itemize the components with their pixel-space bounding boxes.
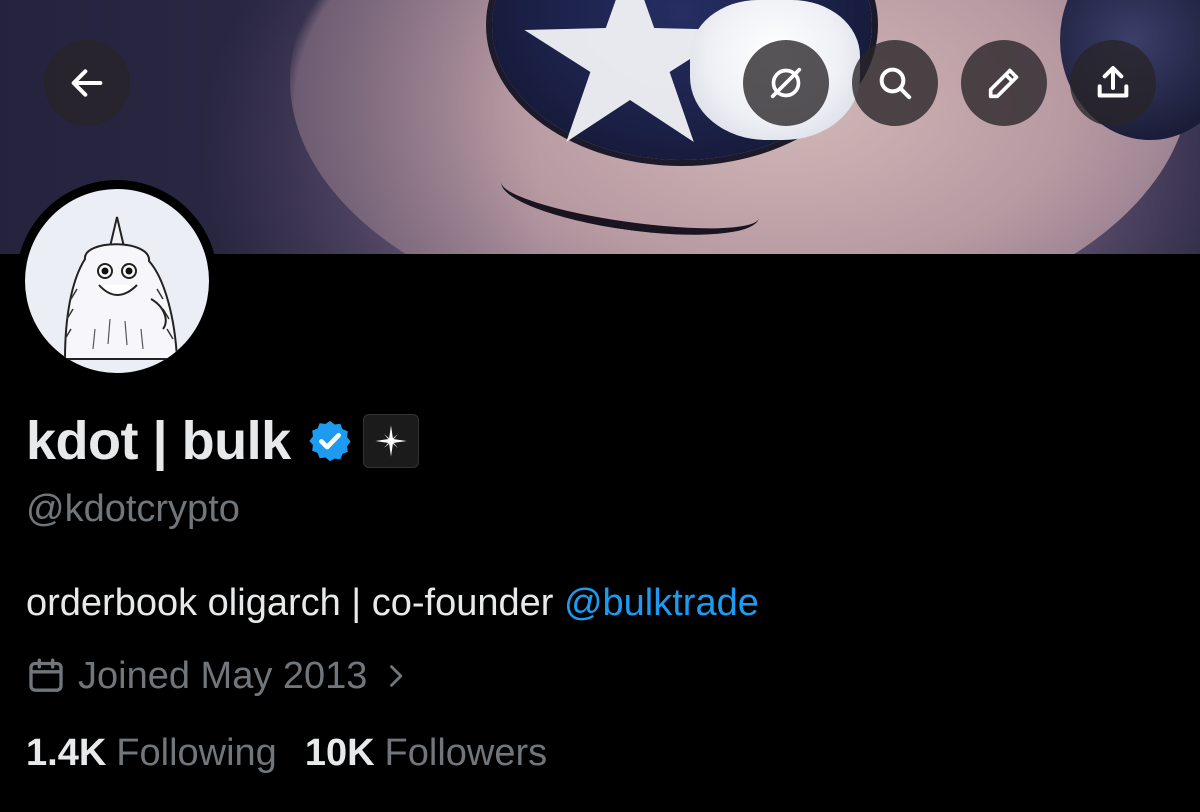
profile-bio: orderbook oligarch | co-founder @bulktra… (26, 582, 759, 625)
grok-icon (770, 67, 802, 99)
grok-button[interactable] (743, 40, 829, 126)
back-button[interactable] (44, 40, 130, 126)
verified-badge-icon[interactable] (307, 418, 353, 464)
back-arrow-icon (71, 69, 103, 97)
following-link[interactable]: 1.4K Following (26, 732, 277, 775)
display-name: kdot | bulk (26, 411, 291, 471)
followers-link[interactable]: 10K Followers (305, 732, 547, 775)
edit-icon (988, 68, 1019, 99)
search-icon (879, 67, 912, 100)
bio-mention-link[interactable]: @bulktrade (564, 582, 759, 624)
follow-stats: 1.4K Following 10K Followers (26, 732, 547, 775)
joined-date: Joined May 2013 (78, 654, 368, 697)
followers-count: 10K (304, 732, 375, 774)
chevron-right-icon (390, 665, 403, 687)
search-button[interactable] (852, 40, 938, 126)
avatar-image (25, 189, 209, 373)
share-icon (1097, 66, 1129, 98)
edit-button[interactable] (961, 40, 1047, 126)
profile-avatar[interactable] (16, 180, 218, 382)
profile-handle: @kdotcrypto (26, 488, 240, 530)
calendar-icon (29, 658, 63, 692)
joined-date-row[interactable]: Joined May 2013 (26, 652, 409, 700)
bio-text: orderbook oligarch | co-founder (26, 582, 564, 624)
followers-label: Followers (384, 732, 548, 774)
affiliate-badge[interactable] (362, 414, 419, 468)
name-row: kdot | bulk (26, 408, 419, 474)
share-button[interactable] (1070, 40, 1156, 126)
following-count: 1.4K (26, 732, 107, 774)
avatar-creature-drawing (63, 216, 179, 360)
following-label: Following (116, 732, 277, 774)
sparkle-icon (375, 425, 407, 457)
